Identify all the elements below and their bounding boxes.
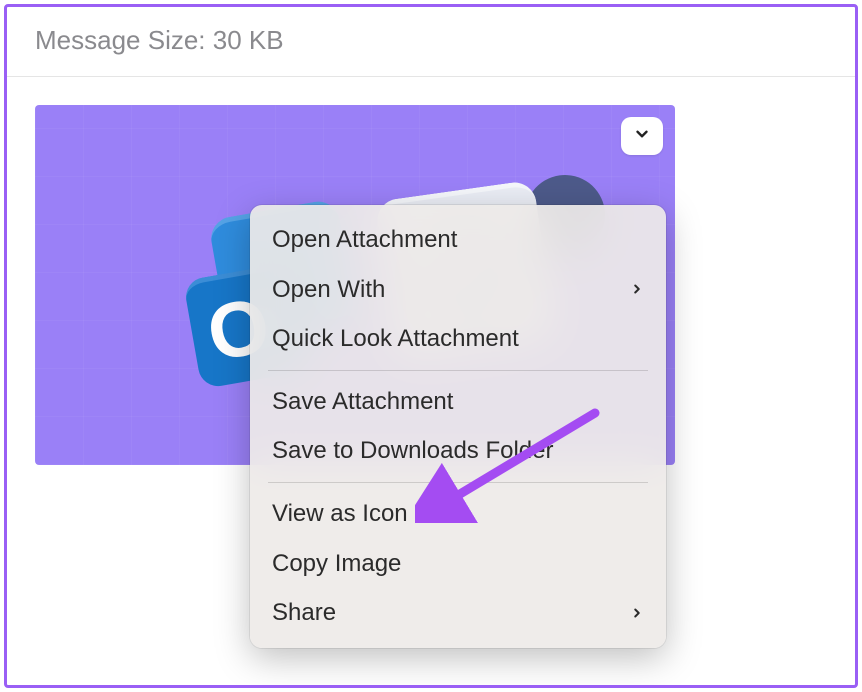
message-header: Message Size: 30 KB	[7, 7, 855, 77]
menu-share[interactable]: Share	[250, 588, 666, 638]
screenshot-frame: Message Size: 30 KB O Open Attachment Op…	[4, 4, 858, 688]
menu-save-downloads[interactable]: Save to Downloads Folder	[250, 426, 666, 476]
chevron-down-icon	[633, 125, 651, 148]
menu-quick-look[interactable]: Quick Look Attachment	[250, 314, 666, 364]
chevron-right-icon	[630, 279, 644, 299]
attachment-dropdown-button[interactable]	[621, 117, 663, 155]
menu-group-2: Save Attachment Save to Downloads Folder	[250, 375, 666, 478]
menu-item-label: Open Attachment	[272, 223, 644, 257]
menu-item-label: Open With	[272, 273, 630, 307]
message-size-label: Message Size: 30 KB	[35, 25, 284, 55]
menu-group-1: Open Attachment Open With Quick Look Att…	[250, 213, 666, 366]
attachment-context-menu: Open Attachment Open With Quick Look Att…	[250, 205, 666, 648]
menu-open-with[interactable]: Open With	[250, 265, 666, 315]
menu-group-3: View as Icon Copy Image Share	[250, 487, 666, 640]
menu-separator	[268, 370, 648, 371]
menu-view-as-icon[interactable]: View as Icon	[250, 489, 666, 539]
chevron-right-icon	[630, 603, 644, 623]
menu-item-label: Save Attachment	[272, 385, 644, 419]
menu-copy-image[interactable]: Copy Image	[250, 539, 666, 589]
menu-item-label: Copy Image	[272, 547, 644, 581]
menu-open-attachment[interactable]: Open Attachment	[250, 215, 666, 265]
menu-item-label: Quick Look Attachment	[272, 322, 644, 356]
menu-item-label: Share	[272, 596, 630, 630]
menu-save-attachment[interactable]: Save Attachment	[250, 377, 666, 427]
menu-item-label: Save to Downloads Folder	[272, 434, 644, 468]
menu-item-label: View as Icon	[272, 497, 644, 531]
menu-separator	[268, 482, 648, 483]
